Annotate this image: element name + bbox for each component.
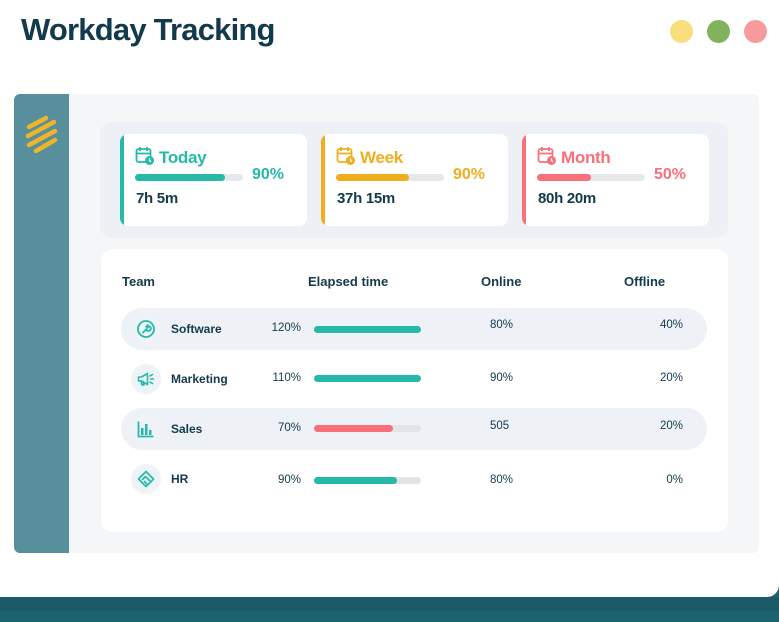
app-window: Workday Tracking Today 90% 7h 5m Week 90…: [0, 0, 779, 597]
online-value: 80%: [490, 319, 514, 331]
elapsed-bar: [314, 375, 421, 382]
dashboard-frame: Today 90% 7h 5m Week 90% 37h 15m Month 5…: [14, 94, 759, 553]
minimize-window-button[interactable]: [670, 20, 693, 43]
wrench-icon: [137, 320, 155, 338]
page-title: Workday Tracking: [21, 12, 275, 47]
elapsed-percent: 110%: [272, 372, 301, 384]
today-card[interactable]: Today 90% 7h 5m: [120, 134, 307, 226]
calendar-clock-icon: [135, 147, 154, 165]
offline-value: 0%: [666, 474, 683, 486]
elapsed-percent: 90%: [277, 474, 301, 486]
week-progress-bar: [336, 174, 444, 181]
table-row[interactable]: Sales 70% 505 20%: [121, 408, 707, 450]
summary-cards: Today 90% 7h 5m Week 90% 37h 15m Month 5…: [100, 122, 728, 238]
online-value: 90%: [490, 372, 514, 384]
column-header-elapsed: Elapsed time: [308, 274, 389, 289]
online-value: 80%: [490, 474, 514, 486]
offline-value: 20%: [659, 420, 683, 432]
calendar-clock-icon: [537, 147, 556, 165]
card-title: Today: [159, 148, 207, 167]
month-card[interactable]: Month 50% 80h 20m: [522, 134, 709, 226]
card-hours: 37h 15m: [337, 190, 395, 207]
month-progress-bar: [537, 174, 645, 181]
elapsed-bar: [314, 477, 421, 484]
bar-chart-icon: [137, 421, 154, 438]
today-progress-bar: [135, 174, 243, 181]
column-header-offline: Offline: [624, 274, 666, 289]
elapsed-percent: 70%: [277, 422, 301, 434]
team-name: Sales: [171, 422, 203, 436]
team-table: Team Elapsed time Online Offline Softwar…: [101, 249, 728, 532]
close-window-button[interactable]: [744, 20, 767, 43]
footer-band: [0, 597, 779, 622]
team-name: Marketing: [171, 372, 228, 386]
team-name: HR: [171, 472, 189, 486]
offline-value: 40%: [659, 319, 683, 331]
card-hours: 7h 5m: [136, 190, 178, 207]
table-row[interactable]: Software 120% 80% 40%: [121, 308, 707, 350]
elapsed-percent: 120%: [271, 322, 301, 334]
elapsed-bar: [314, 326, 421, 333]
handshake-icon: [137, 470, 155, 488]
card-percent: 90%: [252, 166, 285, 183]
week-card[interactable]: Week 90% 37h 15m: [321, 134, 508, 226]
card-title: Week: [360, 148, 403, 167]
card-title: Month: [561, 148, 611, 167]
elapsed-bar: [314, 425, 421, 432]
team-name: Software: [171, 322, 222, 336]
column-header-team: Team: [122, 274, 155, 289]
offline-value: 20%: [659, 372, 683, 384]
calendar-clock-icon: [336, 147, 355, 165]
sidebar: [14, 94, 69, 553]
table-row[interactable]: Marketing 110% 90% 20%: [121, 358, 707, 400]
maximize-window-button[interactable]: [707, 20, 730, 43]
card-hours: 80h 20m: [538, 190, 596, 207]
card-percent: 50%: [654, 166, 687, 183]
column-header-online: Online: [481, 274, 522, 289]
megaphone-icon: [137, 372, 155, 386]
card-percent: 90%: [453, 166, 486, 183]
table-row[interactable]: HR 90% 80% 0%: [121, 458, 707, 500]
online-value: 505: [490, 420, 510, 432]
logo-icon[interactable]: [24, 114, 60, 154]
